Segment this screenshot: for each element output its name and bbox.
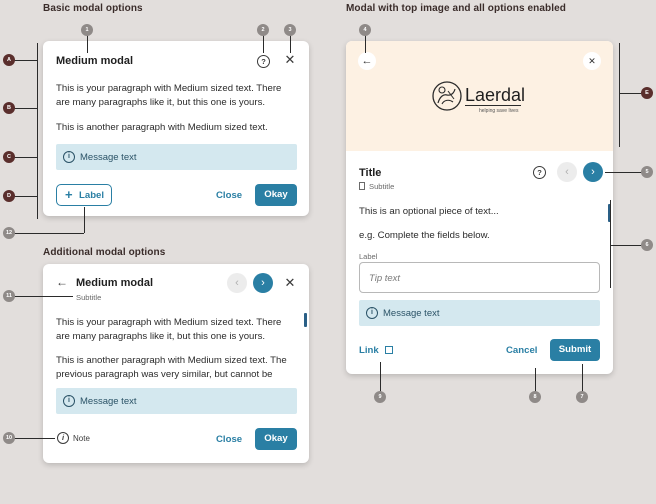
laerdal-logo-icon [432,81,462,111]
modal-paragraph: This is your paragraph with Medium sized… [56,317,282,342]
okay-button[interactable]: Okay [255,428,297,450]
modal-subtitle: Subtitle [369,182,395,191]
annotation-marker: 3 [284,24,296,36]
annotation-marker: 2 [257,24,269,36]
leader-line [263,35,264,53]
optional-text: This is an optional piece of text... [359,206,499,217]
annotation-marker: 12 [3,227,15,239]
modal-subtitle: Subtitle [76,293,102,302]
bracket-line [619,43,620,147]
plus-icon: + [65,187,73,202]
leader-line [84,207,85,233]
scrollbar[interactable] [304,313,307,327]
label-button-text: Label [79,190,105,201]
input-placeholder: Tip text [369,273,401,284]
section-title-top-image: Modal with top image and all options ena… [346,3,566,14]
info-message: i Message text [56,144,297,170]
annotation-marker: 4 [359,24,371,36]
leader-line [610,245,643,246]
modal-paragraph: This is another paragraph with Medium si… [56,122,268,133]
optional-text: e.g. Complete the fields below. [359,230,490,241]
annotation-marker: D [3,190,15,202]
section-title-basic: Basic modal options [43,3,143,14]
modal-paragraph: This is another paragraph with Medium si… [56,355,287,380]
help-icon[interactable]: ? [257,55,270,68]
section-title-additional: Additional modal options [43,247,166,258]
annotation-marker: 11 [3,290,15,302]
bracket-line [37,43,38,219]
info-message-text: Message text [80,396,137,407]
annotation-marker: C [3,151,15,163]
logo-underline [465,105,521,106]
annotation-marker: 10 [3,432,15,444]
info-message: i Message text [359,300,600,326]
modal-title: Medium modal [56,55,134,67]
annotation-marker: 6 [641,239,653,251]
leader-line [14,157,37,158]
annotation-marker: 5 [641,166,653,178]
leader-line [14,296,73,297]
modal-title: Title [359,167,382,179]
back-arrow-icon[interactable]: ← [358,52,376,70]
modal-title: Medium modal [76,277,154,289]
leader-line [290,35,291,53]
info-icon: i [57,432,69,444]
external-link-icon [385,346,394,354]
close-button[interactable]: Close [216,434,242,445]
label-button[interactable]: + Label [56,184,112,206]
logo-tagline: helping save lives [479,108,519,114]
additional-modal: ← Medium modal Subtitle ‹ › ✕ This is yo… [43,264,309,463]
annotation-marker: 9 [374,391,386,403]
bracket-line [610,200,611,288]
info-icon: i [63,151,75,163]
annotation-marker: E [641,87,653,99]
leader-line [14,60,37,61]
cancel-button[interactable]: Cancel [506,345,537,356]
modal-paragraph: This is your paragraph with Medium sized… [56,83,282,108]
image-modal: ← ✕ Laerdal helping save lives Title Sub… [346,41,613,374]
leader-line [14,108,37,109]
field-label: Label [359,252,378,261]
leader-line [14,438,55,439]
annotation-marker: 8 [529,391,541,403]
logo-text: Laerdal [465,85,526,105]
note-text: Note [73,434,90,443]
next-icon[interactable]: › [583,162,603,182]
previous-icon[interactable]: ‹ [557,162,577,182]
close-icon[interactable]: ✕ [282,52,298,68]
leader-line [14,233,84,234]
leader-line [619,93,643,94]
document-icon [359,182,365,190]
okay-button[interactable]: Okay [255,184,297,206]
info-icon: i [63,395,75,407]
annotation-marker: A [3,54,15,66]
annotation-marker: 7 [576,391,588,403]
close-icon[interactable]: ✕ [583,52,601,70]
next-icon[interactable]: › [253,273,273,293]
annotation-marker: B [3,102,15,114]
leader-line [365,35,366,53]
info-icon: i [366,307,378,319]
leader-line [14,196,37,197]
close-icon[interactable]: ✕ [282,275,298,291]
leader-line [87,35,88,53]
close-button[interactable]: Close [216,190,242,201]
link-button[interactable]: Link [359,345,394,356]
help-icon[interactable]: ? [533,166,546,179]
annotation-marker: 1 [81,24,93,36]
leader-line [605,172,643,173]
submit-button[interactable]: Submit [550,339,600,361]
basic-modal: Medium modal ? ✕ This is your paragraph … [43,41,309,216]
info-message: i Message text [56,388,297,414]
link-text: Link [359,345,379,356]
info-message-text: Message text [383,308,440,319]
back-arrow-icon[interactable]: ← [56,275,68,289]
info-message-text: Message text [80,152,137,163]
previous-icon[interactable]: ‹ [227,273,247,293]
tip-text-input[interactable]: Tip text [359,262,600,293]
